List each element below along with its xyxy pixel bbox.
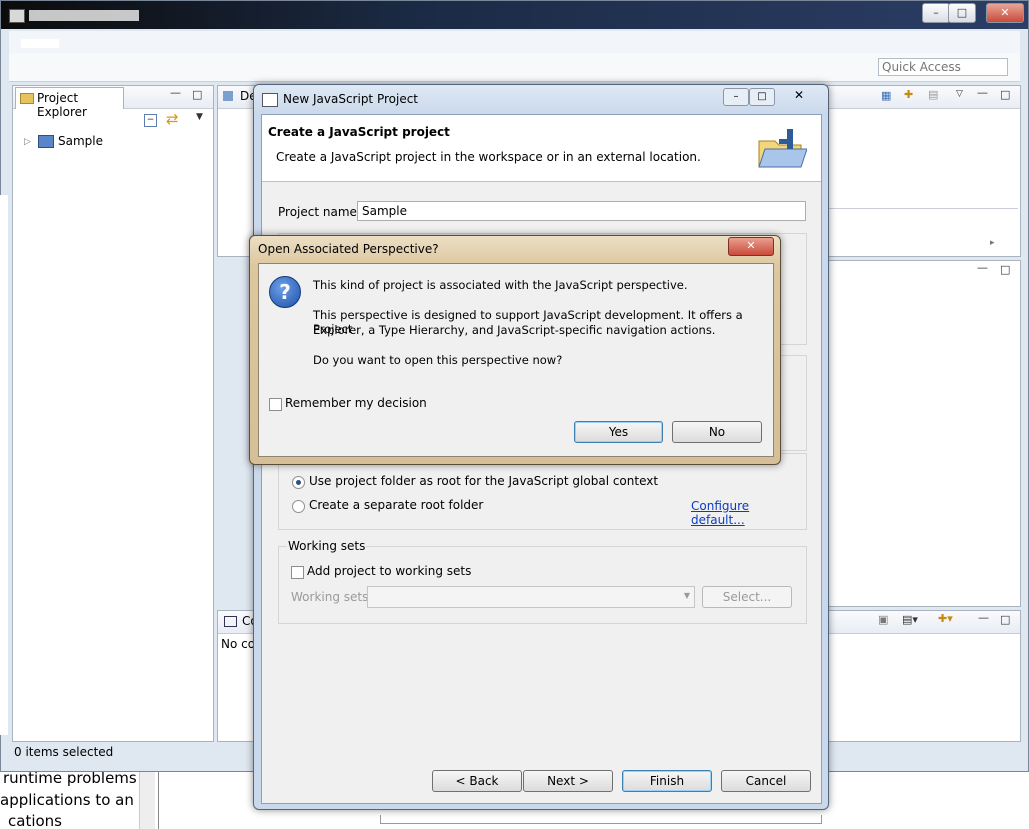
display-console-icon[interactable]: ▤▾ (902, 613, 918, 626)
toolbar (9, 53, 1020, 82)
editor-tab-icon (223, 91, 233, 101)
project-name-label: Project name: (278, 205, 361, 219)
back-button[interactable]: < Back (432, 770, 522, 792)
status-text: 0 items selected (14, 745, 114, 759)
eclipse-title-bar (1, 1, 1028, 29)
quick-access-input[interactable] (878, 58, 1008, 76)
perspective-message-3: Do you want to open this perspective now… (313, 353, 563, 367)
wizard-icon (262, 93, 278, 107)
right-middle-pane: — □ (827, 260, 1021, 607)
minimize-button[interactable]: – (922, 3, 950, 23)
remember-decision-checkbox[interactable] (269, 398, 282, 411)
javascript-project-banner-icon (757, 127, 808, 171)
use-project-folder-label: Use project folder as root for the JavaS… (309, 474, 659, 488)
maximize-right-icon[interactable]: □ (1000, 88, 1010, 101)
minimize-view-icon[interactable]: — (170, 86, 181, 99)
maximize-console-icon[interactable]: □ (1000, 613, 1010, 626)
background-text-3: cations (8, 812, 62, 826)
scroll-right-arrow-icon[interactable]: ▸ (990, 238, 995, 248)
working-sets-combo[interactable]: ▼ (367, 586, 695, 608)
editor-tab-bar: De (218, 86, 258, 109)
remember-decision-label: Remember my decision (285, 396, 427, 410)
separate-root-folder-label: Create a separate root folder (309, 498, 484, 512)
perspective-dialog-client: ? This kind of project is associated wit… (258, 263, 774, 457)
eclipse-app-icon (9, 9, 25, 23)
separate-root-folder-radio[interactable] (292, 500, 305, 513)
minimize-right-icon[interactable]: — (977, 86, 988, 99)
wizard-description: Create a JavaScript project in the works… (276, 150, 701, 164)
wizard-header: Create a JavaScript project Create a Jav… (262, 115, 821, 182)
menu-blur (21, 39, 59, 48)
project-explorer-tab[interactable]: Project Explorer (15, 87, 124, 119)
layout-icon[interactable]: ▤ (928, 88, 938, 101)
link-editor-icon[interactable]: ⇄ (166, 110, 179, 128)
add-to-working-sets-checkbox[interactable] (291, 566, 304, 579)
next-button[interactable]: Next > (523, 770, 613, 792)
perspective-message-1: This kind of project is associated with … (313, 278, 688, 292)
background-frame-line-2 (380, 815, 822, 824)
view-menu-icon[interactable]: ▼ (196, 112, 203, 122)
working-sets-group (278, 546, 807, 624)
maximize-mid-icon[interactable]: □ (1000, 263, 1010, 276)
right-top-tab-bar: ▦ ✚ ▤ ▽ — □ (828, 86, 1020, 109)
add-to-working-sets-label: Add project to working sets (307, 564, 472, 578)
right-text-area[interactable] (828, 208, 1018, 239)
project-icon (38, 135, 54, 148)
tree-item-sample[interactable]: Sample (58, 134, 103, 148)
close-button[interactable]: ✕ (986, 3, 1024, 23)
hierarchy-icon[interactable]: ▦ (881, 89, 891, 102)
project-name-input[interactable] (357, 201, 806, 221)
wizard-close-button[interactable]: ✕ (784, 88, 814, 104)
maximize-button[interactable]: □ (948, 3, 976, 23)
chevron-down-icon: ▼ (683, 591, 690, 600)
cancel-button[interactable]: Cancel (721, 770, 811, 792)
project-explorer-pane: Project Explorer — □ − ⇄ ▼ ▷ Sample (12, 85, 214, 742)
yes-button[interactable]: Yes (574, 421, 663, 443)
console-text: No co (221, 637, 256, 651)
wizard-title: New JavaScript Project (283, 92, 419, 106)
menu-bar (9, 31, 1020, 53)
console-icon (224, 616, 237, 627)
folder-icon (20, 93, 34, 104)
perspective-dialog-close-button[interactable]: ✕ (728, 237, 774, 256)
project-explorer-tab-bar: Project Explorer — □ (13, 86, 213, 119)
no-button[interactable]: No (672, 421, 762, 443)
use-project-folder-radio[interactable] (292, 476, 305, 489)
background-frame-line (158, 770, 159, 829)
wizard-maximize-button[interactable]: □ (749, 88, 775, 106)
perspective-dialog-title: Open Associated Perspective? (258, 242, 439, 256)
finish-button[interactable]: Finish (622, 770, 712, 792)
wizard-minimize-button[interactable]: – (723, 88, 749, 106)
project-explorer-tab-label: Project Explorer (37, 91, 87, 119)
select-working-sets-button[interactable]: Select... (702, 586, 792, 608)
minimize-console-icon[interactable]: — (978, 611, 989, 624)
working-sets-label: Working sets: (291, 590, 373, 604)
configure-default-link[interactable]: Configure default... (691, 499, 806, 527)
working-sets-group-title: Working sets (287, 539, 367, 553)
perspective-message-2b: Explorer, a Type Hierarchy, and JavaScri… (313, 323, 716, 337)
maximize-view-icon[interactable]: □ (192, 88, 202, 101)
wizard-heading: Create a JavaScript project (268, 125, 450, 139)
eclipse-title-text (29, 10, 139, 21)
pin-console-icon[interactable]: ▣ (878, 613, 888, 626)
view-menu-icon-right[interactable]: ▽ (956, 89, 963, 99)
open-console-icon[interactable]: ✚▾ (938, 612, 953, 625)
right-top-pane: ▦ ✚ ▤ ▽ — □ ▸ (827, 85, 1021, 257)
add-icon[interactable]: ✚ (904, 88, 913, 101)
background-text-2: applications to an i (0, 791, 143, 809)
left-edge-strip (0, 195, 8, 735)
open-perspective-dialog: Open Associated Perspective? ✕ ? This ki… (249, 235, 781, 465)
collapse-all-icon[interactable]: − (144, 114, 157, 127)
question-icon: ? (269, 276, 301, 308)
minimize-mid-icon[interactable]: — (977, 261, 988, 274)
background-scrollbar[interactable] (139, 770, 155, 829)
tree-expand-icon[interactable]: ▷ (24, 137, 31, 147)
